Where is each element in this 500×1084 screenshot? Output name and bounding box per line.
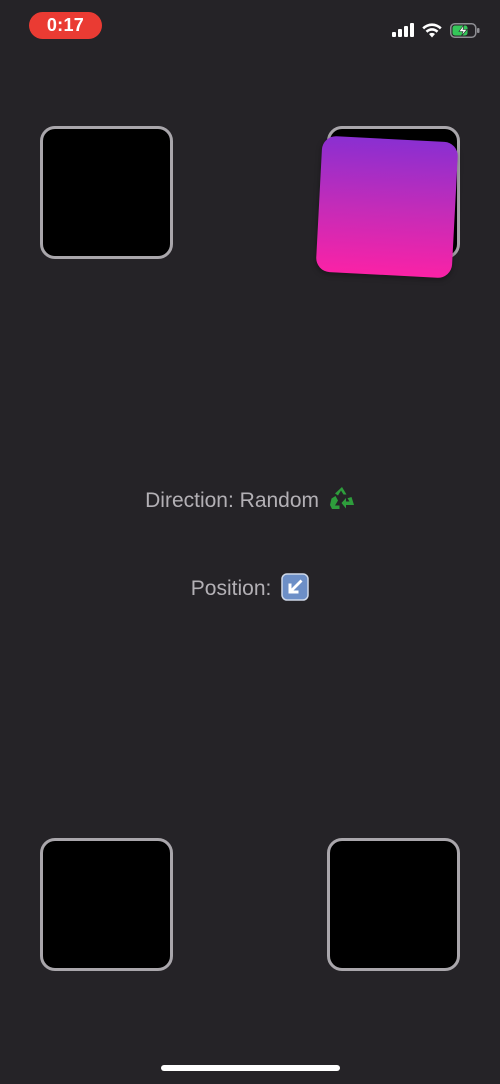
home-indicator[interactable]	[161, 1065, 340, 1071]
app-screen: 0:17 Direction: Random Position:	[0, 0, 500, 1084]
cellular-signal-icon	[392, 23, 414, 37]
status-icons	[392, 20, 480, 40]
position-label: Position:	[190, 577, 272, 600]
wifi-icon	[422, 22, 442, 37]
direction-row[interactable]: Direction: Random	[0, 486, 500, 513]
drop-slot-top-left[interactable]	[40, 126, 173, 259]
recycle-icon	[329, 487, 354, 509]
drop-slot-bottom-right[interactable]	[327, 838, 460, 971]
battery-charging-icon	[450, 22, 480, 38]
status-bar: 0:17	[0, 0, 500, 50]
direction-label: Direction: Random	[145, 489, 320, 512]
arrow-down-left-icon	[281, 573, 309, 601]
draggable-gradient-card[interactable]	[315, 135, 459, 279]
status-time[interactable]: 0:17	[29, 12, 102, 39]
position-row[interactable]: Position:	[0, 573, 500, 601]
drop-slot-bottom-left[interactable]	[40, 838, 173, 971]
